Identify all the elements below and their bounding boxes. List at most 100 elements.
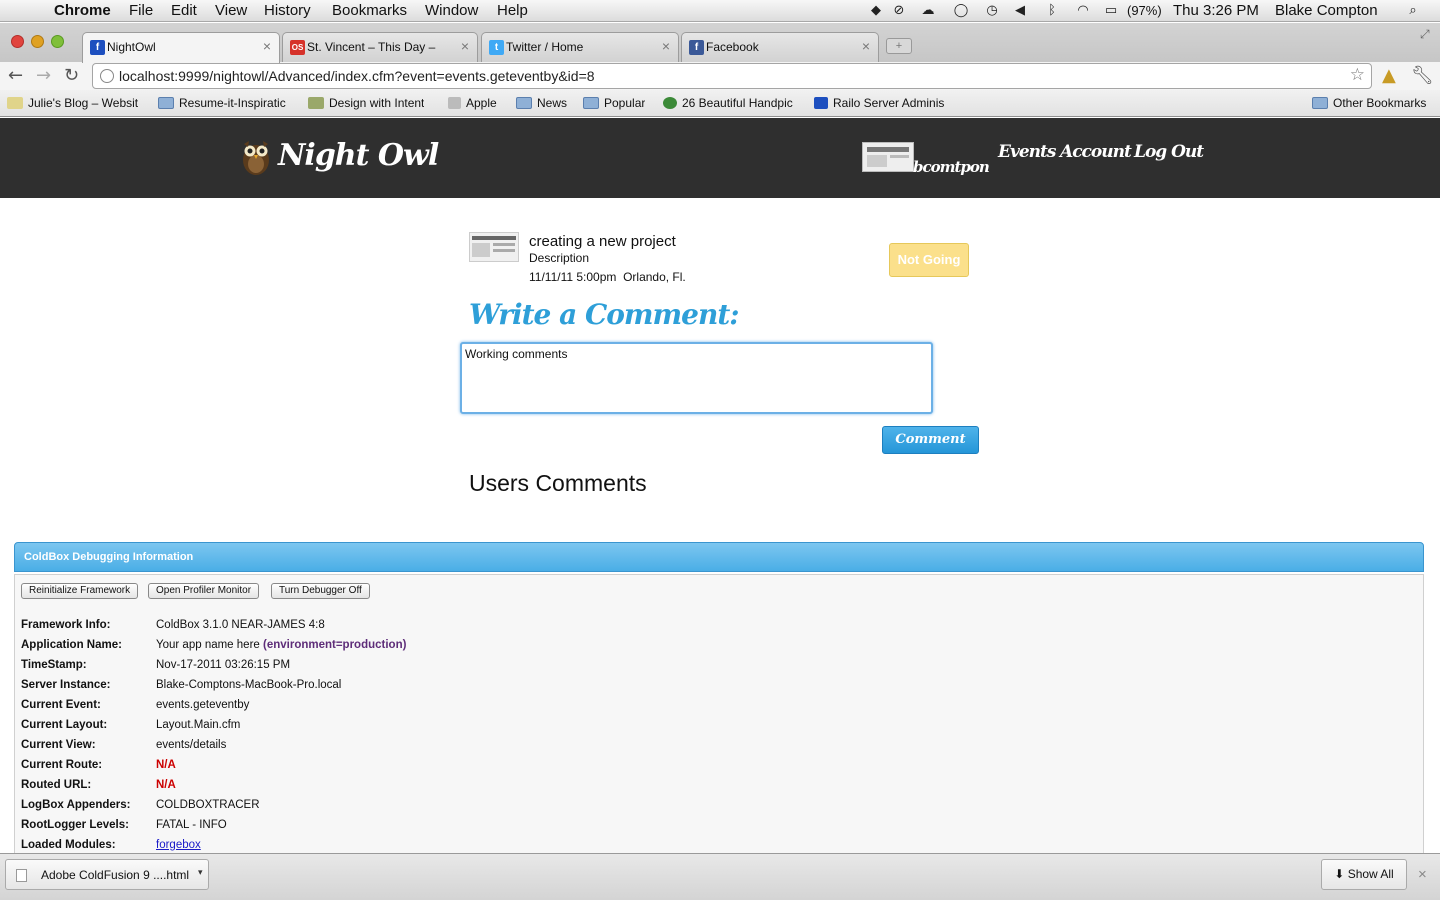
not-going-button[interactable]: Not Going	[889, 243, 969, 277]
bookmark-design-with-intent[interactable]: Design with Intent	[308, 96, 424, 110]
time-machine-icon[interactable]: ◷	[984, 3, 1000, 19]
nav-events[interactable]: Events	[998, 142, 1056, 162]
zoom-window-button[interactable]	[51, 35, 64, 48]
menu-help[interactable]: Help	[497, 2, 528, 19]
tab-nightowl[interactable]: f NightOwl ×	[82, 32, 280, 63]
bookmark-popular-folder[interactable]: Popular	[583, 96, 645, 110]
reinitialize-framework-button[interactable]: Reinitialize Framework	[21, 583, 139, 599]
download-filename: Adobe ColdFusion 9 ....html	[41, 868, 190, 882]
minimize-window-button[interactable]	[31, 35, 44, 48]
lastfm-favicon-icon: OS	[290, 40, 305, 55]
back-arrow-icon[interactable]: ←	[8, 66, 23, 86]
bookmark-26-beautiful[interactable]: 26 Beautiful Handpic	[663, 96, 798, 110]
tab-facebook[interactable]: f Facebook ×	[681, 32, 879, 62]
spotlight-search-icon[interactable]: ⌕	[1405, 3, 1421, 19]
address-bar[interactable]: localhost:9999/nightowl/Advanced/index.c…	[92, 63, 1372, 89]
open-profiler-monitor-button[interactable]: Open Profiler Monitor	[148, 583, 260, 599]
users-comments-heading: Users Comments	[469, 470, 647, 496]
turn-debugger-off-button[interactable]: Turn Debugger Off	[271, 583, 370, 599]
close-tab-icon[interactable]: ×	[263, 38, 271, 54]
event-description: Description	[529, 251, 590, 265]
twitter-favicon-icon: t	[489, 40, 504, 55]
event-title: creating a new project	[529, 233, 676, 250]
stumbleupon-favicon-icon	[663, 97, 677, 109]
tab-title: Twitter / Home	[506, 40, 584, 54]
bookmark-resume-folder[interactable]: Resume-it-Inspiratic	[158, 96, 293, 110]
menu-window[interactable]: Window	[425, 2, 478, 19]
wrench-menu-icon[interactable]: 🔧︎	[1411, 66, 1434, 86]
debug-panel-title-bar[interactable]: ColdBox Debugging Information	[14, 542, 1424, 572]
close-shelf-icon[interactable]: ×	[1418, 866, 1427, 883]
folder-icon	[1312, 97, 1328, 109]
download-item[interactable]: Adobe ColdFusion 9 ....html ▾	[5, 859, 209, 890]
menu-view[interactable]: View	[215, 2, 247, 19]
wifi-icon[interactable]: ◠	[1073, 3, 1093, 19]
extension-icon[interactable]: ▲	[1382, 66, 1396, 86]
tab-st-vincent[interactable]: OS St. Vincent – This Day – Last ×	[282, 32, 478, 62]
username-link[interactable]: bcomtpon	[913, 158, 990, 176]
event-date-location: 11/11/11 5:00pm Orlando, Fl.	[529, 270, 686, 284]
status-circle-icon[interactable]: ⊘	[891, 3, 907, 19]
download-shelf: Adobe ColdFusion 9 ....html ▾ ⬇ Show All…	[0, 853, 1440, 900]
user-name[interactable]: Blake Compton	[1275, 2, 1378, 19]
site-logo[interactable]: Night Owl	[278, 138, 439, 173]
menu-app-name[interactable]: Chrome	[54, 2, 111, 19]
forgebox-link[interactable]: forgebox	[156, 839, 201, 851]
battery-icon[interactable]: ▭	[1100, 3, 1122, 19]
close-tab-icon[interactable]: ×	[461, 38, 469, 54]
fullscreen-icon[interactable]: ⤢	[1420, 27, 1430, 42]
address-url: localhost:9999/nightowl/Advanced/index.c…	[119, 68, 595, 84]
bookmark-star-icon[interactable]: ☆	[1350, 65, 1365, 85]
menu-history[interactable]: History	[264, 2, 311, 19]
folder-icon	[158, 97, 174, 109]
tab-title: NightOwl	[107, 40, 156, 54]
reload-icon[interactable]: ↻	[64, 66, 79, 86]
bookmark-news-folder[interactable]: News	[516, 96, 567, 110]
railo-favicon-icon: f	[90, 40, 105, 55]
owl-logo-icon[interactable]	[240, 136, 272, 176]
close-window-button[interactable]	[11, 35, 24, 48]
bookmark-apple[interactable]: Apple	[448, 96, 497, 110]
cloud-icon[interactable]: ☁	[920, 3, 936, 19]
nav-log-out[interactable]: Log Out	[1134, 142, 1204, 162]
clock[interactable]: Thu 3:26 PM	[1173, 2, 1259, 19]
tab-twitter[interactable]: t Twitter / Home ×	[481, 32, 679, 62]
comment-textarea[interactable]: Working comments	[460, 342, 933, 414]
download-menu-arrow-icon[interactable]: ▾	[198, 867, 203, 878]
show-all-downloads-button[interactable]: ⬇ Show All	[1321, 859, 1407, 890]
dropbox-icon[interactable]: ◆	[868, 3, 884, 19]
facebook-favicon-icon: f	[689, 40, 704, 55]
browser-toolbar: ← → ↻ localhost:9999/nightowl/Advanced/i…	[0, 62, 1440, 90]
page-info-icon[interactable]	[100, 69, 114, 83]
bookmark-julies-blog[interactable]: Julie's Blog – Websit	[7, 96, 145, 110]
event-thumbnail	[469, 232, 519, 262]
bookmarks-bar: Julie's Blog – Websit Resume-it-Inspirat…	[0, 90, 1440, 117]
chat-bubble-icon[interactable]: ◯	[953, 3, 969, 19]
nav-account[interactable]: Account	[1060, 142, 1132, 162]
html-file-icon	[16, 869, 27, 882]
tab-title: Facebook	[706, 40, 759, 54]
mac-menu-bar: Chrome File Edit View History Bookmarks …	[0, 0, 1440, 22]
bookmark-favicon-icon	[308, 97, 324, 109]
menu-file[interactable]: File	[129, 2, 153, 19]
comment-submit-button[interactable]: Comment	[882, 426, 979, 454]
close-tab-icon[interactable]: ×	[662, 38, 670, 54]
volume-icon[interactable]: ◀	[1012, 3, 1028, 19]
menu-edit[interactable]: Edit	[171, 2, 197, 19]
show-all-label: Show All	[1347, 867, 1394, 881]
avatar[interactable]	[862, 142, 914, 172]
apple-favicon-icon	[448, 97, 461, 109]
bookmark-other-bookmarks[interactable]: Other Bookmarks	[1312, 96, 1426, 110]
forward-arrow-icon[interactable]: →	[36, 66, 51, 86]
folder-icon	[516, 97, 532, 109]
menu-bookmarks[interactable]: Bookmarks	[332, 2, 407, 19]
bluetooth-icon[interactable]: ᛒ	[1044, 3, 1060, 19]
bookmark-favicon-icon	[7, 97, 23, 109]
close-tab-icon[interactable]: ×	[862, 38, 870, 54]
battery-percent: (97%)	[1127, 3, 1162, 18]
download-arrow-icon: ⬇	[1334, 867, 1345, 881]
new-tab-button[interactable]: +	[886, 38, 912, 54]
bookmark-railo-admin[interactable]: Railo Server Adminis	[814, 96, 949, 110]
debug-panel: Reinitialize Framework Open Profiler Mon…	[14, 574, 1424, 854]
site-header: Night Owl bcomtpon Events Account Log Ou…	[0, 118, 1440, 198]
